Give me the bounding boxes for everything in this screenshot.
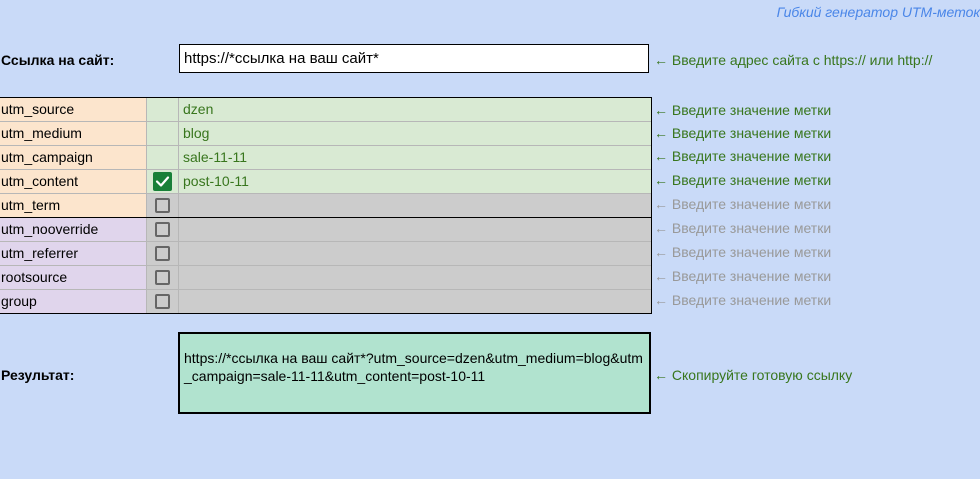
param-name: utm_medium xyxy=(0,122,147,145)
result-hint: ← Скопируйте готовую ссылку xyxy=(654,367,853,383)
param-checkbox-unchecked[interactable] xyxy=(155,246,170,261)
param-name: group xyxy=(0,290,147,313)
param-checkbox-cell xyxy=(147,194,179,217)
site-url-hint: ← Введите адрес сайта с https:// или htt… xyxy=(654,52,933,68)
param-name: utm_referrer xyxy=(0,242,147,265)
param-checkbox-unchecked[interactable] xyxy=(155,294,170,309)
param-hint: ← Введите значение метки xyxy=(654,196,832,212)
param-hint: ← Введите значение метки xyxy=(654,292,832,308)
param-checkbox-cell xyxy=(147,170,179,193)
param-name: utm_campaign xyxy=(0,146,147,169)
param-name: utm_source xyxy=(0,98,147,121)
param-value-field[interactable] xyxy=(179,290,651,313)
param-checkbox-unchecked[interactable] xyxy=(155,198,170,213)
param-checkbox-cell xyxy=(147,146,179,169)
param-hint: ← Введите значение метки xyxy=(654,220,832,236)
param-hint: ← Введите значение метки xyxy=(654,102,832,118)
param-checkbox-unchecked[interactable] xyxy=(155,222,170,237)
param-hint: ← Введите значение метки xyxy=(654,244,832,260)
param-value-field[interactable] xyxy=(179,266,651,289)
result-output[interactable]: https://*ссылка на ваш сайт*?utm_source=… xyxy=(178,332,651,414)
param-hint: ← Введите значение метки xyxy=(654,125,832,141)
table-row: utm_medium blog xyxy=(0,122,651,146)
param-value-field[interactable] xyxy=(179,194,651,217)
param-checkbox-cell xyxy=(147,218,179,241)
param-value-field[interactable]: post-10-11 xyxy=(179,170,651,193)
table-row: utm_nooverride xyxy=(0,218,651,242)
table-row: rootsource xyxy=(0,266,651,290)
param-checkbox-unchecked[interactable] xyxy=(155,270,170,285)
param-checkbox-cell xyxy=(147,242,179,265)
table-row: group xyxy=(0,290,651,313)
utm-params-table: utm_source dzen utm_medium blog utm_camp… xyxy=(0,97,652,314)
brand-title: Гибкий генератор UTM-меток xyxy=(776,4,980,20)
param-name: utm_content xyxy=(0,170,147,193)
site-url-label: Ссылка на сайт: xyxy=(1,52,115,68)
param-checkbox-cell xyxy=(147,266,179,289)
param-checkbox-cell xyxy=(147,122,179,145)
site-url-input[interactable] xyxy=(179,44,649,73)
param-value-field[interactable] xyxy=(179,218,651,241)
table-row: utm_term xyxy=(0,194,651,218)
param-checkbox-cell xyxy=(147,290,179,313)
param-checkbox-checked[interactable] xyxy=(153,172,172,191)
table-row: utm_campaign sale-11-11 xyxy=(0,146,651,170)
param-name: rootsource xyxy=(0,266,147,289)
param-hint: ← Введите значение метки xyxy=(654,148,832,164)
param-checkbox-cell xyxy=(147,98,179,121)
result-label: Результат: xyxy=(1,367,75,383)
checkmark-icon xyxy=(155,176,170,187)
param-value-field[interactable]: sale-11-11 xyxy=(179,146,651,169)
table-row: utm_source dzen xyxy=(0,98,651,122)
table-row: utm_content post-10-11 xyxy=(0,170,651,194)
param-value-field[interactable]: dzen xyxy=(179,98,651,121)
param-value-field[interactable]: blog xyxy=(179,122,651,145)
param-hint: ← Введите значение метки xyxy=(654,268,832,284)
param-name: utm_nooverride xyxy=(0,218,147,241)
param-name: utm_term xyxy=(0,194,147,217)
param-hint: ← Введите значение метки xyxy=(654,172,832,188)
param-value-field[interactable] xyxy=(179,242,651,265)
table-row: utm_referrer xyxy=(0,242,651,266)
